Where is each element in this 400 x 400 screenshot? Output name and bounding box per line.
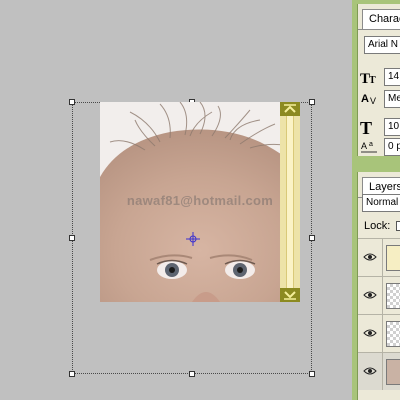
svg-text:T: T bbox=[369, 75, 376, 86]
row-divider bbox=[382, 315, 383, 352]
tab-divider bbox=[358, 29, 400, 30]
transform-handle-middle-left[interactable] bbox=[69, 235, 75, 241]
layers-panel: Layers Normal Lock: bbox=[357, 172, 400, 400]
document-canvas[interactable]: nawaf81@hotmail.com bbox=[0, 0, 352, 400]
row-divider bbox=[382, 277, 383, 314]
transform-handle-bottom-center[interactable] bbox=[189, 371, 195, 377]
row-divider bbox=[382, 239, 383, 276]
kerning-field[interactable]: Me bbox=[384, 90, 400, 108]
layer-row-empty-1[interactable] bbox=[358, 276, 400, 314]
layer-row-photo[interactable] bbox=[358, 352, 400, 390]
eye-icon[interactable] bbox=[363, 251, 377, 263]
transform-handle-top-right[interactable] bbox=[309, 99, 315, 105]
font-family-field[interactable]: Arial N bbox=[364, 36, 400, 54]
svg-text:A: A bbox=[361, 141, 367, 151]
baseline-shift-field[interactable]: 0 p bbox=[384, 138, 400, 156]
crosshair-icon[interactable] bbox=[186, 232, 200, 246]
slider-up-icon[interactable] bbox=[280, 102, 300, 116]
transform-handle-middle-right[interactable] bbox=[309, 235, 315, 241]
layer-thumbnail bbox=[386, 321, 400, 347]
svg-text:a: a bbox=[369, 141, 373, 148]
eye-icon[interactable] bbox=[363, 365, 377, 377]
slider-down-icon[interactable] bbox=[280, 288, 300, 302]
layer-row-text[interactable] bbox=[358, 238, 400, 276]
text-scale-slider[interactable] bbox=[280, 102, 300, 302]
row-divider bbox=[382, 353, 383, 390]
lock-label: Lock: bbox=[364, 220, 391, 232]
transform-handle-top-left[interactable] bbox=[69, 99, 75, 105]
layer-thumbnail bbox=[386, 245, 400, 271]
blend-mode-select[interactable]: Normal bbox=[362, 194, 400, 212]
horizontal-scale-icon: T bbox=[360, 118, 372, 136]
layer-thumbnail bbox=[386, 283, 400, 309]
transform-handle-bottom-right[interactable] bbox=[309, 371, 315, 377]
font-size-field[interactable]: 14 bbox=[384, 68, 400, 86]
kerning-icon: A V bbox=[361, 93, 376, 106]
font-size-icon: T T bbox=[360, 71, 376, 86]
baseline-shift-icon: A a bbox=[361, 141, 377, 153]
eye-icon[interactable] bbox=[363, 289, 377, 301]
layer-thumbnail bbox=[386, 359, 400, 385]
slider-bar[interactable] bbox=[286, 116, 294, 288]
photo-layer-image: nawaf81@hotmail.com bbox=[100, 102, 300, 302]
svg-text:T: T bbox=[360, 118, 372, 136]
watermark-text: nawaf81@hotmail.com bbox=[126, 193, 274, 208]
svg-text:A: A bbox=[361, 93, 369, 105]
layer-row-empty-2[interactable] bbox=[358, 314, 400, 352]
lock-icon[interactable] bbox=[396, 221, 400, 231]
tab-character[interactable]: Charac bbox=[362, 9, 400, 29]
character-panel: Charac Arial N T T 14 A V Me T 10 A a 0 … bbox=[357, 4, 400, 156]
transform-handle-bottom-left[interactable] bbox=[69, 371, 75, 377]
eye-icon[interactable] bbox=[363, 327, 377, 339]
svg-text:V: V bbox=[370, 96, 376, 106]
horizontal-scale-field[interactable]: 10 bbox=[384, 118, 400, 136]
